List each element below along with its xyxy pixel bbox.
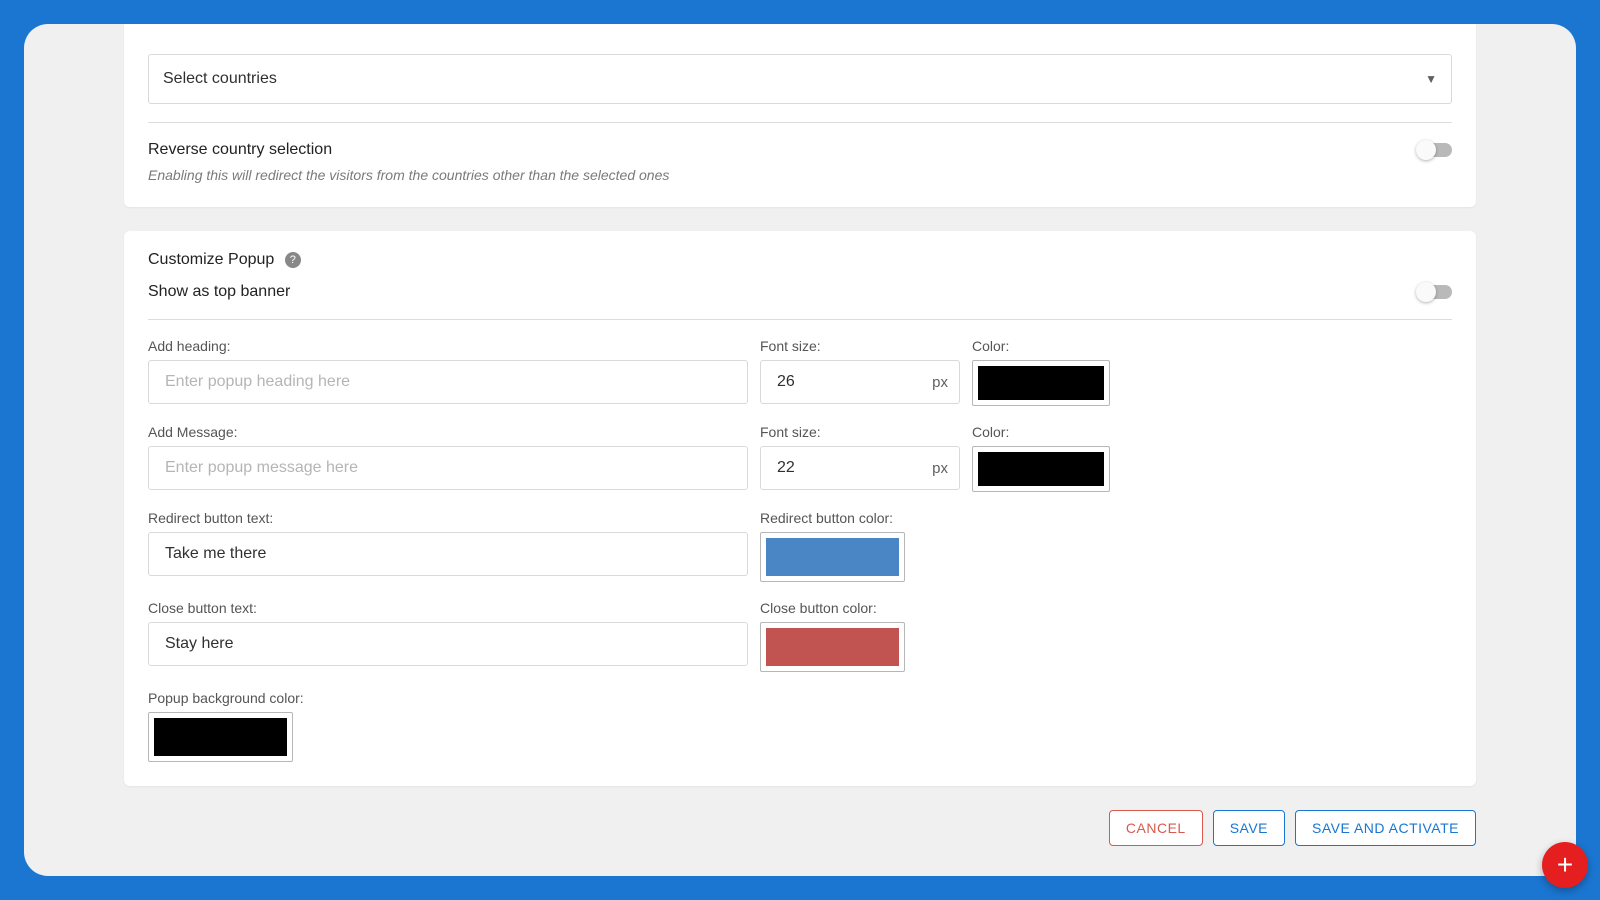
reverse-row: Reverse country selection [148,141,1452,159]
customize-card: Customize Popup ? Show as top banner Add… [124,231,1476,786]
message-color-swatch [978,452,1104,486]
reverse-title: Reverse country selection [148,141,332,159]
message-font-input[interactable] [760,446,960,490]
topbanner-toggle[interactable] [1420,285,1452,299]
customize-title: Customize Popup [148,251,274,268]
reverse-toggle[interactable] [1420,143,1452,157]
country-card: Select countries ▼ Reverse country selec… [124,24,1476,207]
fab-add-button[interactable]: + [1542,842,1588,888]
popup-bg-swatch [154,718,287,756]
redirect-text-input[interactable] [148,532,748,576]
px-suffix: px [932,446,948,490]
save-button[interactable]: SAVE [1213,810,1285,846]
plus-icon: + [1557,849,1573,881]
reverse-hint: Enabling this will redirect the visitors… [148,167,1452,183]
redirect-color-label: Redirect button color: [760,510,960,526]
popup-bg-picker[interactable] [148,712,293,762]
country-select-placeholder: Select countries [163,70,277,88]
close-color-label: Close button color: [760,600,960,616]
divider [148,122,1452,123]
px-suffix: px [932,360,948,404]
close-color-swatch [766,628,899,666]
close-color-picker[interactable] [760,622,905,672]
heading-label: Add heading: [148,338,748,354]
message-label: Add Message: [148,424,748,440]
heading-font-label: Font size: [760,338,960,354]
heading-font-input[interactable] [760,360,960,404]
heading-color-label: Color: [972,338,1132,354]
close-text-label: Close button text: [148,600,748,616]
save-activate-button[interactable]: SAVE AND ACTIVATE [1295,810,1476,846]
country-select[interactable]: Select countries ▼ [148,54,1452,104]
redirect-text-label: Redirect button text: [148,510,748,526]
popup-bg-label: Popup background color: [148,690,1452,706]
divider [148,319,1452,320]
redirect-color-swatch [766,538,899,576]
cancel-button[interactable]: CANCEL [1109,810,1203,846]
heading-color-picker[interactable] [972,360,1110,406]
message-input[interactable] [148,446,748,490]
message-font-label: Font size: [760,424,960,440]
help-icon[interactable]: ? [285,252,301,268]
topbanner-label: Show as top banner [148,283,290,301]
message-color-picker[interactable] [972,446,1110,492]
heading-color-swatch [978,366,1104,400]
redirect-color-picker[interactable] [760,532,905,582]
topbanner-row: Show as top banner [148,283,1452,301]
chevron-down-icon: ▼ [1425,72,1437,86]
heading-input[interactable] [148,360,748,404]
message-color-label: Color: [972,424,1132,440]
close-text-input[interactable] [148,622,748,666]
footer-buttons: CANCEL SAVE SAVE AND ACTIVATE [124,810,1476,846]
